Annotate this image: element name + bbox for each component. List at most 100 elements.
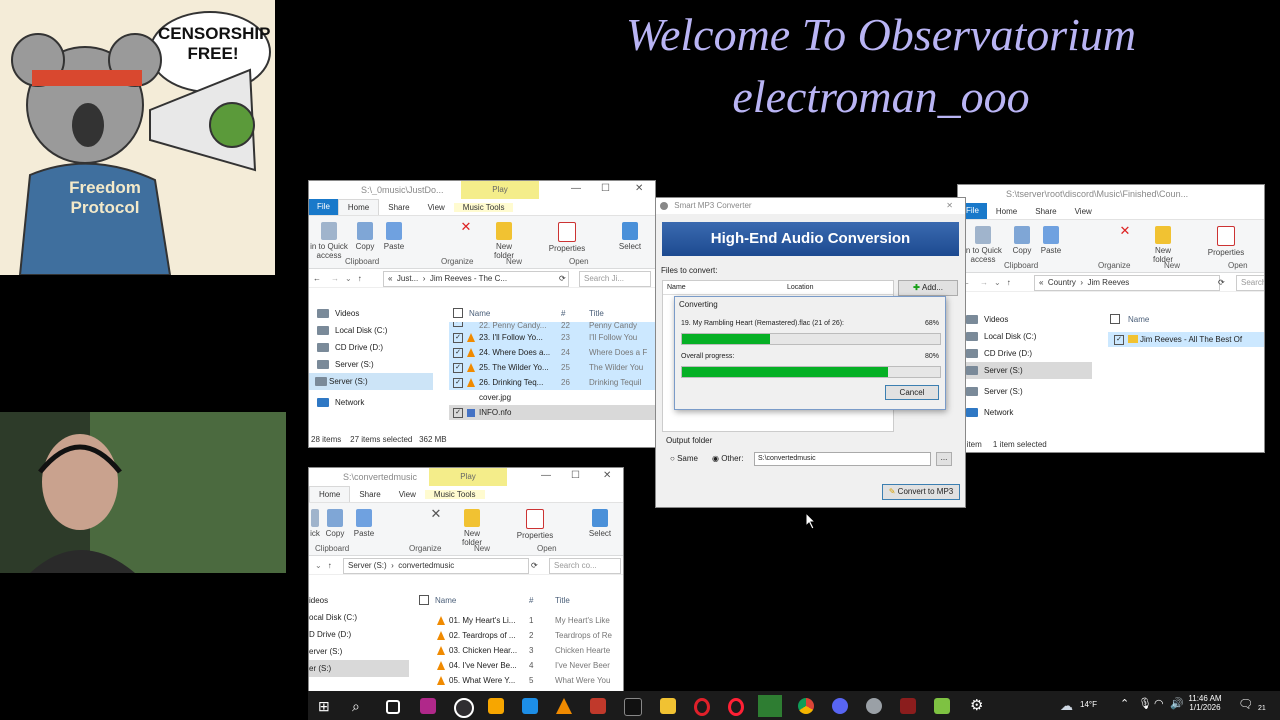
weather-icon[interactable]: ☁ xyxy=(1060,698,1076,714)
tab-music-tools[interactable]: Music Tools xyxy=(453,202,514,212)
new-folder-button[interactable]: New folder xyxy=(489,222,519,260)
terminal-icon[interactable] xyxy=(624,698,642,716)
discord-icon[interactable] xyxy=(832,698,848,714)
select-all-checkbox[interactable] xyxy=(419,595,429,605)
maximize-icon[interactable]: ☐ xyxy=(571,470,580,481)
address-part-folder[interactable]: convertedmusic xyxy=(398,561,454,570)
address-part-album[interactable]: Jim Reeves - The C... xyxy=(430,274,507,283)
column-name[interactable]: Name xyxy=(667,281,686,294)
explorer-window-jim-reeves[interactable]: S:\tserver\root\discord\Music\Finished\C… xyxy=(957,184,1265,453)
file-row[interactable]: 05. What Were Y... 5 What Were You xyxy=(417,673,623,688)
row-checkbox[interactable]: ✓ xyxy=(453,363,463,373)
title-bar[interactable]: S:\tserver\root\discord\Music\Finished\C… xyxy=(958,185,1264,203)
file-row[interactable]: ✓ 23. I'll Follow Yo... 23 I'll Follow Y… xyxy=(449,330,655,345)
delete-button[interactable]: ✕ xyxy=(1118,224,1132,237)
address-part-server[interactable]: Server (S:) xyxy=(348,561,387,570)
close-icon[interactable]: ✕ xyxy=(635,183,643,194)
copy-button[interactable]: Copy xyxy=(1010,226,1034,255)
nav-item-local-disk[interactable]: ocal Disk (C:) xyxy=(309,609,409,626)
row-checkbox[interactable]: ✓ xyxy=(453,333,463,343)
tab-view[interactable]: View xyxy=(1066,207,1101,216)
file-row[interactable]: ✓ 22. Penny Candy... 22 Penny Candy xyxy=(449,322,655,330)
properties-button[interactable]: Properties xyxy=(1206,226,1246,257)
nav-item-videos[interactable]: ideos xyxy=(309,592,409,609)
nav-item-server-selected[interactable]: Server (S:) xyxy=(309,373,433,390)
cancel-button[interactable]: Cancel xyxy=(885,385,939,400)
forward-icon[interactable]: → xyxy=(980,278,988,287)
app-icon-gray[interactable] xyxy=(866,698,882,714)
select-all-checkbox[interactable] xyxy=(1110,314,1120,324)
wifi-icon[interactable]: ◠ xyxy=(1154,697,1164,710)
address-part-country[interactable]: Country xyxy=(1048,278,1076,287)
nav-item-network[interactable]: Network xyxy=(309,394,433,411)
nav-item-local-disk[interactable]: Local Disk (C:) xyxy=(309,322,433,339)
obs-icon[interactable] xyxy=(454,698,474,718)
new-folder-button[interactable]: New folder xyxy=(1148,226,1178,264)
pin-quick-access-button[interactable]: in to Quick access xyxy=(309,222,349,260)
nav-item-local-disk[interactable]: Local Disk (C:) xyxy=(958,328,1092,345)
vlc-icon[interactable] xyxy=(556,698,572,714)
search-icon[interactable]: ⌕ xyxy=(352,698,368,714)
tray-chevron-icon[interactable]: ⌃ xyxy=(1120,697,1129,710)
maximize-icon[interactable]: ☐ xyxy=(601,183,610,194)
start-windows-icon[interactable]: ⊞ xyxy=(318,698,334,714)
pin-quick-access-button[interactable]: ick xyxy=(309,509,321,538)
file-row[interactable]: ✓ 24. Where Does a... 24 Where Does a F xyxy=(449,345,655,360)
tab-share[interactable]: Share xyxy=(1026,207,1065,216)
select-button[interactable]: Select xyxy=(617,222,643,251)
opera-gx-icon[interactable] xyxy=(728,698,744,716)
address-bar[interactable]: « Country › Jim Reeves xyxy=(1034,275,1220,291)
delete-button[interactable]: ✕ xyxy=(429,507,443,520)
microphone-icon[interactable]: 🎙 xyxy=(1138,697,1152,710)
nav-item-server[interactable]: erver (S:) xyxy=(309,643,409,660)
address-part-justdo[interactable]: Just... xyxy=(397,274,418,283)
file-row[interactable]: 03. Chicken Hear... 3 Chicken Hearte xyxy=(417,643,623,658)
row-checkbox[interactable]: ✓ xyxy=(1114,335,1124,345)
paste-button[interactable]: Paste xyxy=(1038,226,1064,255)
row-checkbox[interactable]: ✓ xyxy=(453,408,463,418)
properties-button[interactable]: Properties xyxy=(547,222,587,253)
tab-file[interactable]: File xyxy=(309,199,338,215)
tab-home[interactable]: Home xyxy=(309,486,351,502)
minimize-icon[interactable]: — xyxy=(571,183,581,194)
convert-to-mp3-button[interactable]: ✎ Convert to MP3 xyxy=(882,484,960,500)
search-box[interactable]: Search Ji... xyxy=(579,271,651,287)
file-row[interactable]: ✓ 25. The Wilder Yo... 25 The Wilder You xyxy=(449,360,655,375)
nav-item-cd-drive[interactable]: CD Drive (D:) xyxy=(309,339,433,356)
opera-icon[interactable] xyxy=(694,698,710,716)
tab-view[interactable]: View xyxy=(390,490,425,499)
column-title[interactable]: Title xyxy=(589,305,604,322)
copy-button[interactable]: Copy xyxy=(323,509,347,538)
paste-button[interactable]: Paste xyxy=(381,222,407,251)
search-box[interactable]: Search xyxy=(1236,275,1264,291)
app-icon-green[interactable] xyxy=(934,698,950,714)
up-icon[interactable]: ↑ xyxy=(1007,278,1011,287)
new-folder-button[interactable]: New folder xyxy=(457,509,487,547)
column-name[interactable]: Name xyxy=(469,305,490,322)
settings-gear-icon[interactable]: ⚙ xyxy=(970,698,986,714)
address-bar[interactable]: « Just... › Jim Reeves - The C... xyxy=(383,271,569,287)
file-row[interactable]: ✓ INFO.nfo xyxy=(449,405,655,420)
file-row[interactable]: ✓ Jim Reeves - All The Best Of xyxy=(1108,332,1264,347)
delete-button[interactable]: ✕ xyxy=(459,220,473,233)
column-name[interactable]: Name xyxy=(435,592,456,609)
row-checkbox[interactable]: ✓ xyxy=(453,378,463,388)
chrome-icon[interactable] xyxy=(798,698,814,714)
select-button[interactable]: Select xyxy=(587,509,613,538)
notification-icon[interactable]: 🗨 xyxy=(1238,697,1253,711)
file-row[interactable]: 04. I've Never Be... 4 I've Never Beer xyxy=(417,658,623,673)
nav-item-server-selected[interactable]: Server (S:) xyxy=(958,362,1092,379)
tab-home[interactable]: Home xyxy=(987,207,1026,216)
up-icon[interactable]: ↑ xyxy=(328,561,332,570)
recent-icon[interactable]: ⌄ xyxy=(994,278,1001,287)
nav-item-videos[interactable]: Videos xyxy=(309,305,433,322)
radio-same[interactable]: ○ Same xyxy=(670,454,698,463)
forward-icon[interactable]: → xyxy=(331,274,339,283)
tab-share[interactable]: Share xyxy=(350,490,389,499)
play-context-tab[interactable]: Play xyxy=(461,181,539,199)
paste-button[interactable]: Paste xyxy=(351,509,377,538)
close-icon[interactable]: ✕ xyxy=(946,198,953,214)
file-row[interactable]: 02. Teardrops of ... 2 Teardrops of Re xyxy=(417,628,623,643)
back-icon[interactable]: ← xyxy=(313,274,321,283)
browse-button[interactable]: ... xyxy=(936,452,952,466)
